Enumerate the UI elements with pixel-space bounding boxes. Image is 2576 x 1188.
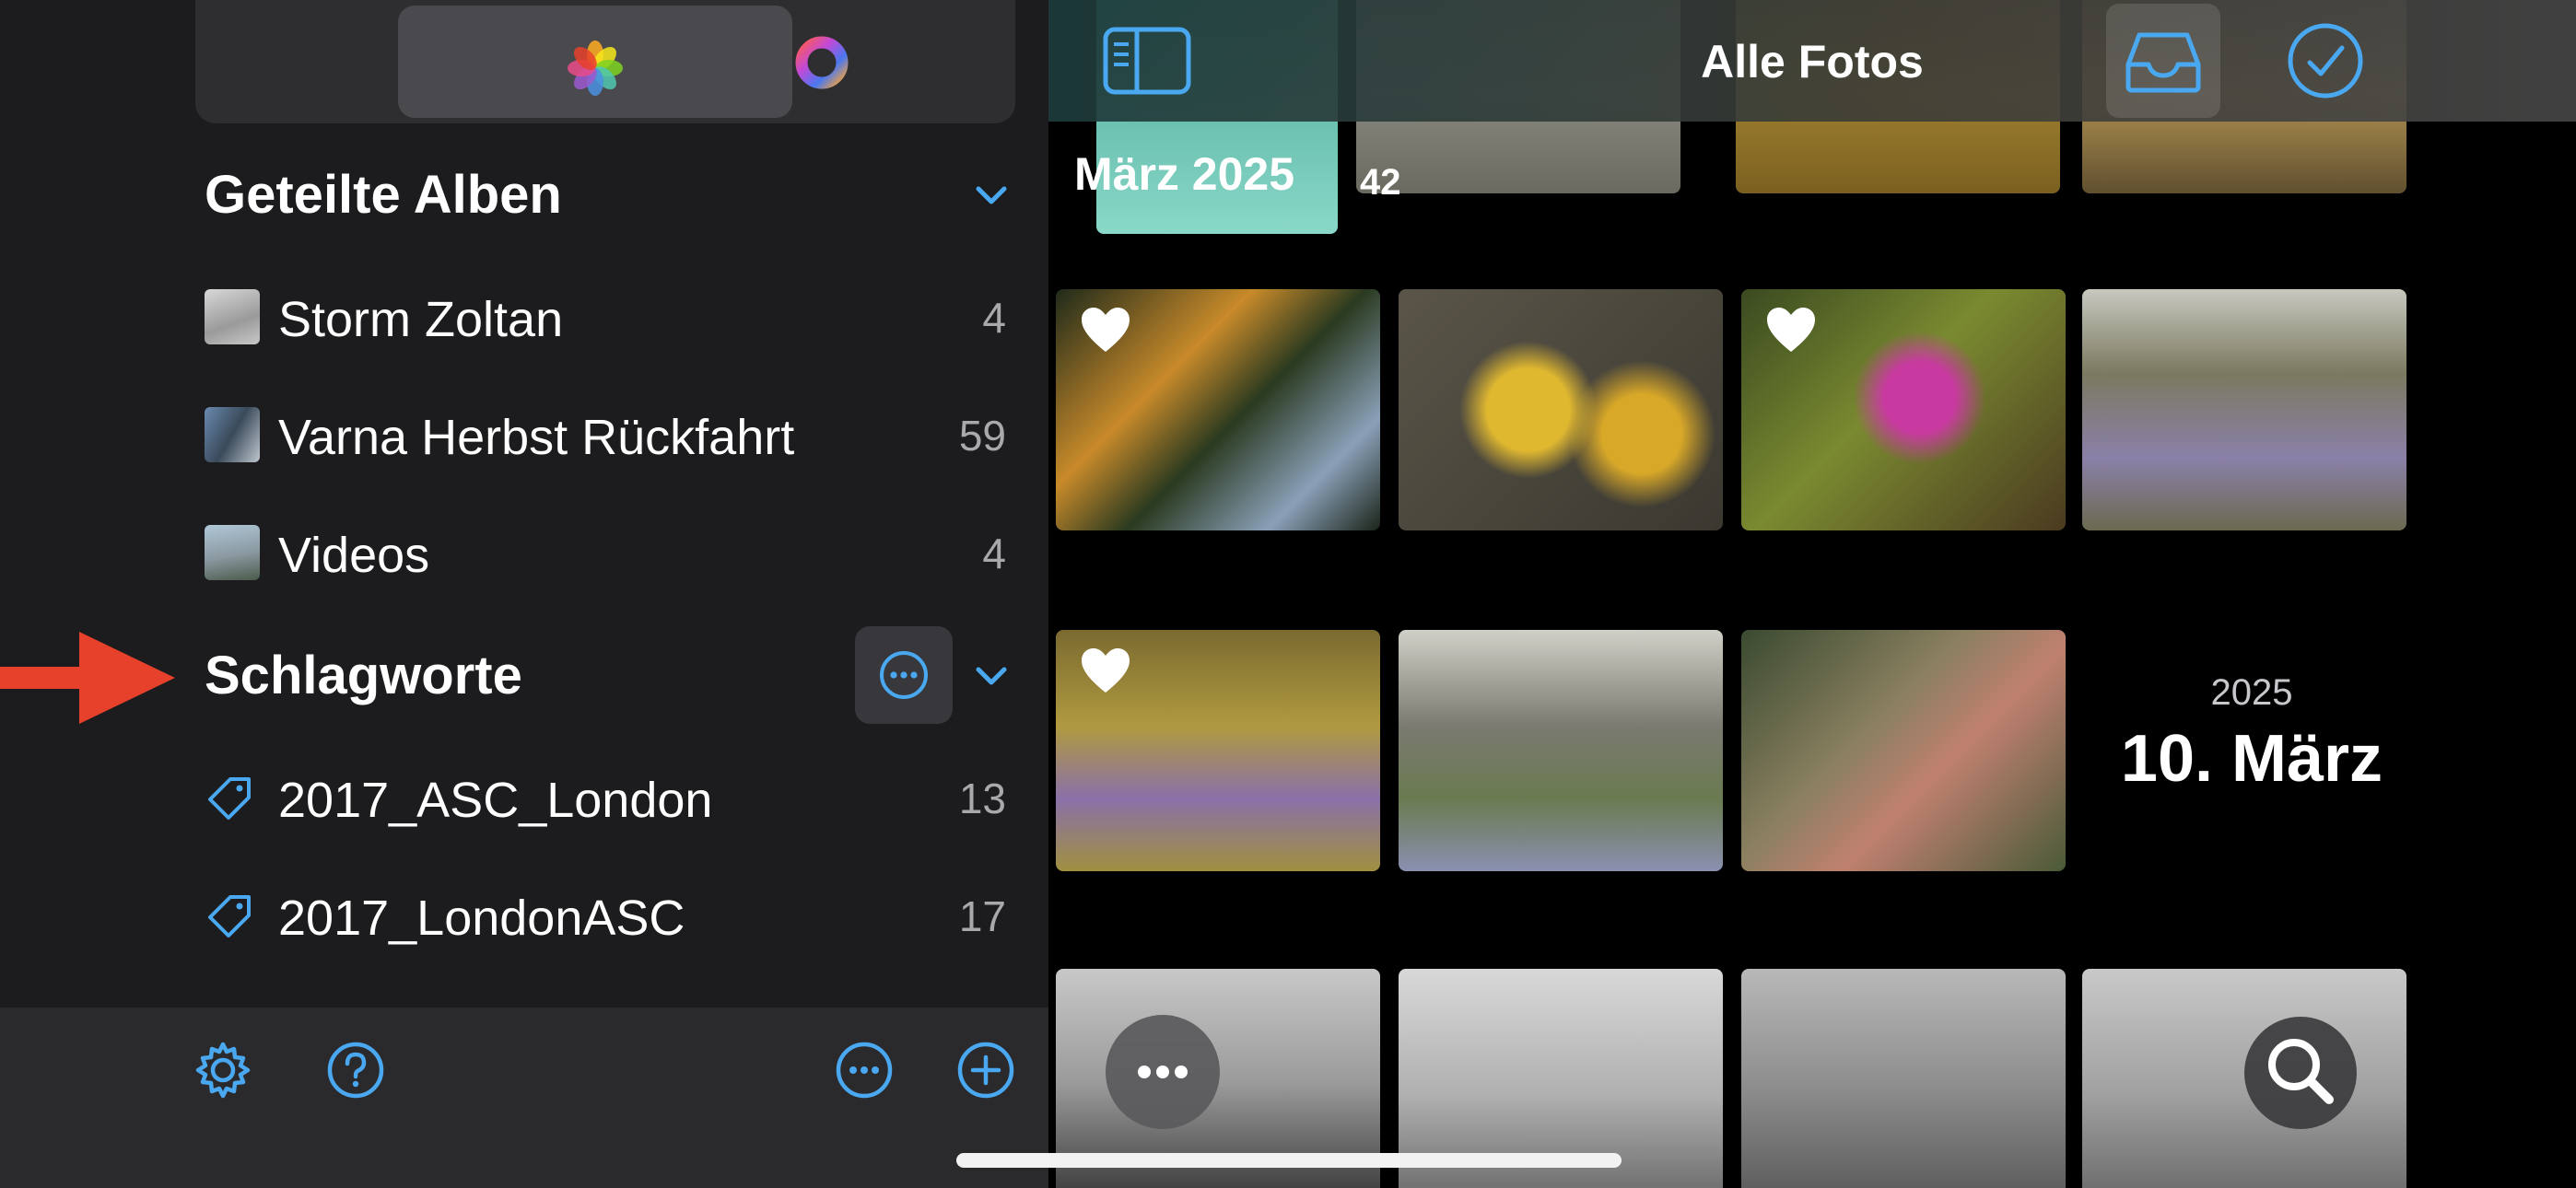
shared-albums-header[interactable]: Geteilte Alben: [205, 164, 562, 226]
album-row-videos[interactable]: Videos 4: [205, 507, 1015, 599]
ring-app-icon: [795, 36, 849, 89]
more-options-button[interactable]: [1106, 1015, 1220, 1129]
keyword-count: 13: [958, 775, 1006, 822]
favorite-heart-icon: [1082, 308, 1130, 352]
tag-icon: [208, 777, 251, 820]
date-day: 10. März: [2120, 722, 2383, 796]
settings-gear-icon[interactable]: [192, 1039, 254, 1101]
keyword-count: 17: [958, 892, 1006, 940]
album-count: 4: [982, 530, 1006, 577]
date-header: 2025 10. März: [2090, 672, 2414, 797]
photo-thumbnail[interactable]: [1741, 969, 2066, 1188]
source-segmented-control: [195, 0, 1015, 123]
other-source-segment[interactable]: [792, 6, 1010, 118]
chevron-down-icon[interactable]: [971, 175, 1012, 215]
add-icon[interactable]: [954, 1039, 1017, 1101]
photo-thumbnail[interactable]: [1741, 289, 2066, 530]
album-count: 4: [982, 294, 1006, 342]
sidebar-footer: [0, 1007, 1048, 1188]
search-icon: [2268, 1039, 2334, 1104]
sidebar: Geteilte Alben Storm Zoltan 4 Varna Herb…: [0, 0, 1048, 1188]
more-icon[interactable]: [833, 1039, 896, 1101]
photo-thumbnail[interactable]: [1399, 289, 1723, 530]
home-indicator[interactable]: [956, 1153, 1622, 1168]
photos-app-icon: [568, 41, 623, 96]
photo-thumbnail[interactable]: [1056, 289, 1380, 530]
favorite-heart-icon: [1082, 648, 1130, 693]
ellipsis-circle-icon: [880, 651, 928, 699]
ellipsis-icon: [1138, 1066, 1188, 1078]
search-button[interactable]: [2244, 1017, 2357, 1129]
photo-thumbnail[interactable]: [1399, 630, 1723, 871]
tag-icon: [208, 895, 251, 938]
month-count: 42: [1360, 162, 1401, 203]
help-icon[interactable]: [324, 1039, 387, 1101]
album-label: Videos: [278, 528, 430, 583]
top-toolbar: Alle Fotos: [1048, 0, 2576, 122]
photos-library-segment[interactable]: [398, 6, 792, 118]
select-checkmark-icon[interactable]: [2285, 20, 2366, 101]
keywords-more-button[interactable]: [855, 626, 953, 724]
keyword-row-2017-londonasc[interactable]: 2017_LondonASC 17: [205, 869, 1015, 961]
keyword-label: 2017_LondonASC: [278, 891, 685, 946]
date-year: 2025: [2210, 672, 2293, 713]
album-row-varna[interactable]: Varna Herbst Rückfahrt 59: [205, 389, 1015, 481]
inbox-tray-icon: [2125, 32, 2201, 93]
album-count: 59: [958, 412, 1006, 460]
photo-thumbnail[interactable]: [2082, 289, 2406, 530]
favorite-heart-icon: [1767, 308, 1815, 352]
album-label: Varna Herbst Rückfahrt: [278, 410, 795, 465]
album-thumbnail: [205, 407, 260, 462]
keyword-label: 2017_ASC_London: [278, 773, 713, 828]
inbox-button[interactable]: [2106, 4, 2220, 118]
album-thumbnail: [205, 289, 260, 344]
month-label: März 2025: [1074, 148, 1295, 200]
photo-thumbnail[interactable]: [1741, 630, 2066, 871]
album-label: Storm Zoltan: [278, 292, 564, 347]
red-arrow-icon: [0, 632, 175, 724]
photo-thumbnail[interactable]: [1056, 630, 1380, 871]
album-row-storm-zoltan[interactable]: Storm Zoltan 4: [205, 271, 1015, 363]
photo-grid: März 2025 42 2025 10. März Alle Fotos: [1048, 0, 2576, 1188]
album-thumbnail: [205, 525, 260, 580]
chevron-down-icon[interactable]: [971, 656, 1012, 696]
keywords-header[interactable]: Schlagworte: [205, 645, 522, 706]
keyword-row-2017-asc-london[interactable]: 2017_ASC_London 13: [205, 751, 1015, 844]
